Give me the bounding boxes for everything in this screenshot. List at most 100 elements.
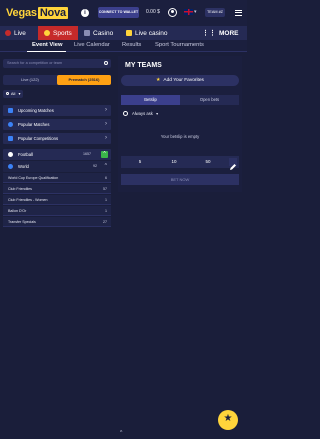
competition-label: Club Friendlies - Women: [8, 198, 48, 202]
tab-live-events[interactable]: Live (122): [3, 75, 57, 85]
balance-display: 0.00 $: [146, 9, 160, 15]
live-dot-icon: [5, 30, 11, 36]
menu-label: Popular Matches: [18, 122, 50, 127]
hamburger-menu-icon[interactable]: [235, 8, 242, 17]
sport-label: Football: [18, 152, 33, 157]
competition-item[interactable]: World Cup Europe Qualification 6: [3, 173, 111, 183]
competition-count: 27: [103, 220, 107, 224]
add-favorites-label: Add Your Favorites: [163, 78, 204, 83]
sport-football[interactable]: Football 1657 ^: [3, 149, 111, 160]
sports-menu: Search for a competition or team Live (1…: [0, 54, 113, 439]
popular-matches-icon: [8, 122, 13, 127]
chevron-up-icon[interactable]: ^: [120, 430, 122, 436]
logo-text-nova: Nova: [37, 7, 68, 19]
tab-sport-tournaments[interactable]: Sport Tournaments: [155, 42, 204, 48]
search-input[interactable]: Search for a competition or team: [3, 59, 111, 68]
tab-prematch-events[interactable]: Prematch (2516): [57, 75, 111, 85]
my-teams-title: MY TEAMS: [125, 62, 162, 69]
always-ask-label: Always ask: [131, 111, 153, 116]
nav-sports[interactable]: Sports: [38, 26, 78, 40]
nav-live-label: Live: [14, 29, 26, 37]
team-button[interactable]: TEAM #Z: [205, 8, 225, 17]
competition-count: 6: [105, 176, 107, 180]
competition-count: 1: [105, 209, 107, 213]
nav-more[interactable]: ⋮⋮ MORE: [202, 26, 239, 40]
trophy-icon: [8, 136, 13, 141]
tab-betslip[interactable]: Betslip: [121, 95, 180, 105]
chevron-down-icon: ▾: [156, 111, 159, 116]
football-count: 1657: [83, 152, 91, 156]
clock-icon: [6, 92, 9, 95]
filter-all-select[interactable]: All ▾: [3, 90, 23, 98]
chevron-right-icon: ›: [105, 121, 107, 127]
casino-icon: [84, 30, 90, 36]
filter-all-label: All: [10, 91, 16, 96]
competition-count: 1: [105, 198, 107, 202]
logo[interactable]: Vegas Nova: [6, 7, 68, 19]
competition-item[interactable]: Club Friendlies - Women 1: [3, 195, 111, 205]
stake-button[interactable]: 10: [159, 156, 189, 168]
region-world[interactable]: World 92 ^: [3, 161, 111, 172]
competition-item[interactable]: Transfer Specials 27: [3, 217, 111, 227]
menu-label: Upcoming Matches: [18, 108, 54, 113]
nav-live-casino-label: Live casino: [135, 29, 168, 37]
upcoming-icon: [8, 108, 13, 113]
nav-live[interactable]: Live: [5, 26, 26, 40]
chevron-down-icon[interactable]: ▾: [194, 9, 197, 15]
live-prematch-toggle: Live (122) Prematch (2516): [3, 75, 111, 85]
menu-label: Popular Competitions: [18, 136, 59, 141]
betslip-empty-text: Your betslip is empty: [160, 134, 200, 139]
live-casino-icon: [126, 30, 132, 36]
search-placeholder: Search for a competition or team: [7, 61, 63, 65]
grid-icon: ⋮⋮: [202, 30, 216, 37]
star-icon: ★: [156, 78, 161, 83]
menu-upcoming-matches[interactable]: Upcoming Matches ›: [3, 105, 111, 116]
competition-item[interactable]: Ballon D'Or 1: [3, 206, 111, 216]
tab-results[interactable]: Results: [122, 42, 141, 48]
user-icon[interactable]: [168, 8, 177, 17]
menu-popular-matches[interactable]: Popular Matches ›: [3, 119, 111, 130]
globe-icon: [8, 164, 13, 169]
region-label: World: [18, 164, 29, 169]
competition-count: 57: [103, 187, 107, 191]
main-nav: Live Sports Casino Live casino ⋮⋮ MORE: [0, 26, 247, 40]
favorites-fab[interactable]: ★: [218, 410, 238, 430]
chevron-down-icon: ▾: [18, 91, 21, 96]
flag-uk-icon[interactable]: [184, 9, 193, 15]
quick-stakes: 5 10 50: [121, 156, 239, 170]
search-icon: [104, 61, 108, 65]
competition-label: Club Friendlies: [8, 187, 32, 191]
betslip-tabs: Betslip Open bets: [121, 95, 239, 105]
star-icon: ★: [223, 413, 233, 424]
sports-ball-icon: [44, 30, 50, 36]
chevron-right-icon: ›: [105, 135, 107, 141]
menu-popular-competitions[interactable]: Popular Competitions ›: [3, 133, 111, 144]
football-icon: [8, 152, 13, 157]
stake-button[interactable]: 5: [125, 156, 155, 168]
odds-change-select[interactable]: Always ask ▾: [123, 111, 159, 117]
nav-live-casino[interactable]: Live casino: [126, 26, 168, 40]
active-tab-underline: [27, 51, 66, 52]
add-favorites-button[interactable]: ★ Add Your Favorites: [121, 75, 239, 86]
info-icon[interactable]: i: [81, 9, 89, 17]
tab-live-calendar[interactable]: Live Calendar: [74, 42, 110, 48]
gear-icon: [123, 111, 128, 117]
stake-button[interactable]: 50: [193, 156, 223, 168]
top-bar: Vegas Nova i CONNECT TO WALLET 0.00 $ ▾ T…: [0, 0, 247, 26]
competition-label: Ballon D'Or: [8, 209, 27, 213]
world-count: 92: [93, 164, 97, 168]
logo-text-vegas: Vegas: [6, 7, 37, 19]
nav-casino-label: Casino: [93, 29, 114, 37]
collapse-icon[interactable]: ^: [101, 151, 108, 158]
competition-label: World Cup Europe Qualification: [8, 176, 59, 180]
competition-item[interactable]: Club Friendlies 57: [3, 184, 111, 194]
connect-wallet-button[interactable]: CONNECT TO WALLET: [98, 7, 139, 18]
betslip-panel: MY TEAMS ★ Add Your Favorites Betslip Op…: [118, 56, 242, 192]
tab-event-view[interactable]: Event View: [32, 42, 63, 48]
tab-open-bets[interactable]: Open bets: [180, 95, 239, 105]
pencil-icon[interactable]: [229, 158, 237, 170]
nav-casino[interactable]: Casino: [84, 26, 113, 40]
bet-now-button[interactable]: BET NOW: [121, 174, 239, 185]
chevron-right-icon: ›: [105, 107, 107, 113]
sub-nav: Event View Live Calendar Results Sport T…: [0, 40, 247, 52]
